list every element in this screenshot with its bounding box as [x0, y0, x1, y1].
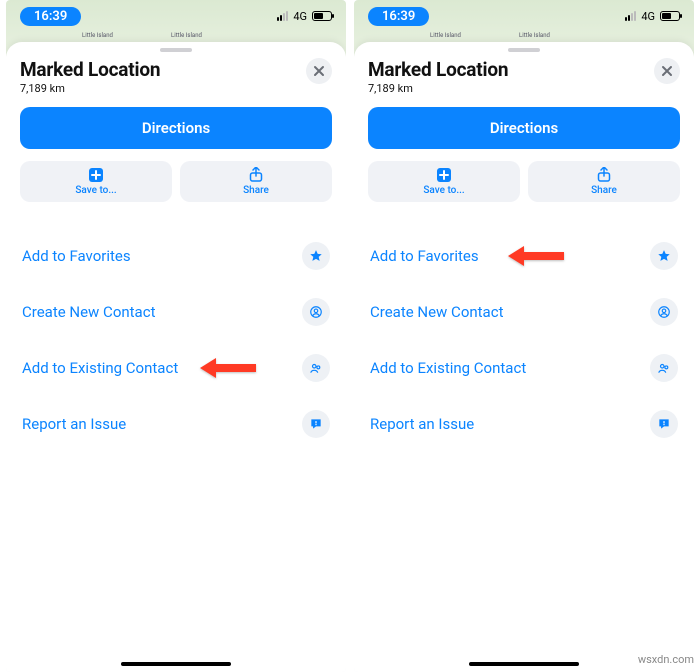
battery-icon [660, 11, 680, 21]
watermark: wsxdn.com [638, 653, 694, 666]
share-label: Share [591, 185, 617, 196]
map-label: Little Island [82, 32, 113, 39]
contact-icon [302, 298, 330, 326]
add-to-existing-contact-row[interactable]: Add to Existing Contact [20, 340, 332, 396]
save-to-button[interactable]: Save to... [368, 161, 520, 202]
sheet-subtitle: 7,189 km [368, 82, 508, 95]
battery-icon [312, 11, 332, 21]
add-to-favorites-row[interactable]: Add to Favorites [20, 228, 332, 284]
sheet-title: Marked Location [368, 58, 508, 81]
screenshot-left: Little Island Little Island 16:39 4G Mar… [6, 0, 346, 672]
location-sheet: Marked Location 7,189 km Directions Save… [354, 42, 694, 672]
add-to-existing-contact-row[interactable]: Add to Existing Contact [368, 340, 680, 396]
sheet-title: Marked Location [20, 58, 160, 81]
add-to-favorites-label: Add to Favorites [370, 247, 479, 265]
map-label: Little Island [430, 32, 461, 39]
share-icon [248, 167, 264, 183]
share-icon [596, 167, 612, 183]
status-time: 16:39 [368, 7, 429, 26]
share-button[interactable]: Share [180, 161, 332, 202]
annotation-arrow [200, 356, 256, 380]
close-icon [313, 65, 325, 77]
save-to-label: Save to... [423, 185, 464, 196]
map-label: Little Island [171, 32, 202, 39]
sheet-grabber[interactable] [508, 48, 540, 52]
annotation-arrow [508, 244, 564, 268]
home-indicator[interactable] [469, 662, 579, 666]
contacts-icon [650, 354, 678, 382]
star-icon [302, 242, 330, 270]
report-issue-label: Report an Issue [370, 415, 474, 433]
contacts-icon [302, 354, 330, 382]
network-label: 4G [641, 10, 655, 23]
close-button[interactable] [306, 58, 332, 84]
create-new-contact-label: Create New Contact [370, 303, 503, 321]
report-issue-row[interactable]: Report an Issue [368, 396, 680, 452]
add-to-favorites-row[interactable]: Add to Favorites [368, 228, 680, 284]
home-indicator[interactable] [121, 662, 231, 666]
create-new-contact-row[interactable]: Create New Contact [368, 284, 680, 340]
save-to-button[interactable]: Save to... [20, 161, 172, 202]
save-to-label: Save to... [75, 185, 116, 196]
create-new-contact-label: Create New Contact [22, 303, 155, 321]
report-icon [650, 410, 678, 438]
create-new-contact-row[interactable]: Create New Contact [20, 284, 332, 340]
directions-button[interactable]: Directions [368, 107, 680, 149]
plus-square-icon [88, 167, 104, 183]
plus-square-icon [436, 167, 452, 183]
share-label: Share [243, 185, 269, 196]
contact-icon [650, 298, 678, 326]
report-issue-label: Report an Issue [22, 415, 126, 433]
screenshot-right: Little Island Little Island 16:39 4G Mar… [354, 0, 694, 672]
share-button[interactable]: Share [528, 161, 680, 202]
status-bar: 16:39 4G [6, 0, 346, 26]
sheet-grabber[interactable] [160, 48, 192, 52]
add-to-existing-contact-label: Add to Existing Contact [370, 359, 526, 377]
sheet-subtitle: 7,189 km [20, 82, 160, 95]
signal-icon [625, 11, 636, 21]
star-icon [650, 242, 678, 270]
add-to-favorites-label: Add to Favorites [22, 247, 131, 265]
directions-button[interactable]: Directions [20, 107, 332, 149]
location-sheet: Marked Location 7,189 km Directions Save… [6, 42, 346, 672]
signal-icon [277, 11, 288, 21]
report-icon [302, 410, 330, 438]
report-issue-row[interactable]: Report an Issue [20, 396, 332, 452]
status-bar: 16:39 4G [354, 0, 694, 26]
add-to-existing-contact-label: Add to Existing Contact [22, 359, 178, 377]
close-button[interactable] [654, 58, 680, 84]
map-label: Little Island [519, 32, 550, 39]
status-time: 16:39 [20, 7, 81, 26]
network-label: 4G [293, 10, 307, 23]
close-icon [661, 65, 673, 77]
